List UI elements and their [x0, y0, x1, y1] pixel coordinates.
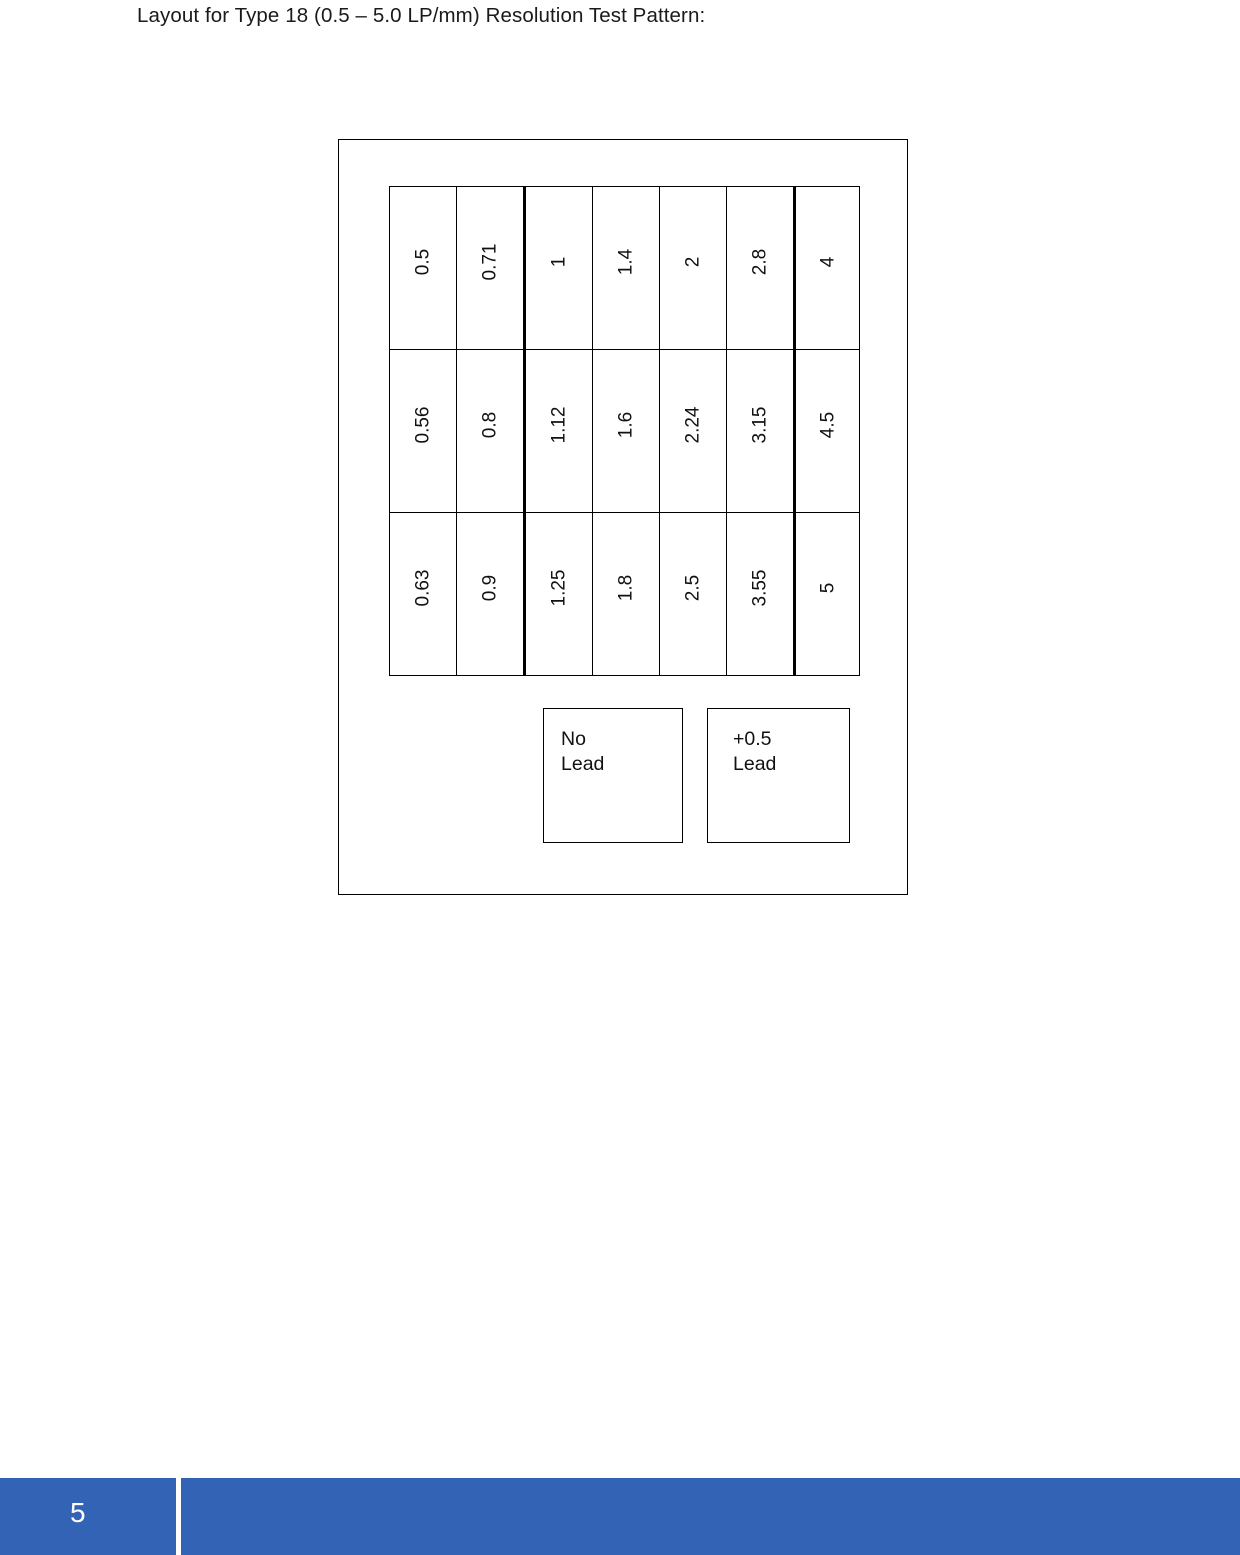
grid-cell-value: 5: [817, 582, 838, 593]
grid-cell: 3.15: [726, 349, 796, 513]
table-row: 0.56 0.8 1.12 1.6 2.24 3.15 4.5: [389, 349, 860, 513]
grid-cell-value: 0.8: [479, 411, 501, 438]
grid-cell: 0.8: [456, 349, 525, 513]
grid-cell: 1.8: [592, 512, 660, 676]
grid-cell: 0.71: [456, 186, 525, 350]
grid-cell-value: 1.6: [615, 411, 637, 438]
page-number: 5: [70, 1497, 86, 1528]
grid-cell: 1.6: [592, 349, 660, 513]
legend-box-plus-lead: +0.5 Lead: [707, 708, 850, 843]
page-title: Layout for Type 18 (0.5 – 5.0 LP/mm) Res…: [137, 4, 706, 27]
grid-cell-value: 3.15: [749, 406, 771, 444]
resolution-pattern-grid: 0.5 0.71 1 1.4 2 2.8 4 0.56 0.8 1.12 1.6…: [389, 186, 860, 676]
grid-cell: 0.63: [389, 512, 457, 676]
grid-cell: 2.24: [659, 349, 727, 513]
grid-cell-value: 4: [817, 256, 838, 267]
grid-cell-value: 2.5: [682, 574, 704, 601]
table-row: 0.5 0.71 1 1.4 2 2.8 4: [389, 186, 860, 350]
legend-label-no-lead: No Lead: [561, 728, 605, 775]
grid-cell: 5: [794, 512, 860, 676]
footer-bar-left: 5: [0, 1478, 176, 1555]
grid-cell-value: 1.12: [548, 406, 570, 444]
grid-cell-value: 2.24: [682, 406, 704, 444]
figure-outer-frame: 0.5 0.71 1 1.4 2 2.8 4 0.56 0.8 1.12 1.6…: [338, 139, 908, 895]
grid-cell: 0.9: [456, 512, 525, 676]
grid-cell: 4: [794, 186, 860, 350]
grid-cell: 0.5: [389, 186, 457, 350]
grid-cell: 2.5: [659, 512, 727, 676]
grid-cell-value: 4.5: [817, 411, 838, 438]
grid-cell-value: 0.56: [412, 406, 434, 444]
grid-cell: 4.5: [794, 349, 860, 513]
grid-cell: 2.8: [726, 186, 796, 350]
grid-cell-value: 2: [682, 256, 704, 267]
table-row: 0.63 0.9 1.25 1.8 2.5 3.55 5: [389, 512, 860, 676]
legend-box-no-lead: No Lead: [543, 708, 683, 843]
grid-cell-value: 1.25: [548, 569, 570, 607]
grid-cell-value: 2.8: [749, 248, 771, 275]
grid-cell: 0.56: [389, 349, 457, 513]
grid-cell-value: 0.63: [412, 569, 434, 607]
grid-cell-value: 0.9: [479, 574, 501, 601]
grid-cell-value: 3.55: [749, 569, 771, 607]
grid-cell-value: 1: [548, 256, 570, 267]
grid-cell: 1: [523, 186, 593, 350]
footer-bar-right: [181, 1478, 1240, 1555]
grid-cell-value: 0.5: [412, 248, 434, 275]
grid-cell: 1.25: [523, 512, 593, 676]
grid-cell-value: 0.71: [479, 243, 501, 281]
grid-cell: 1.12: [523, 349, 593, 513]
grid-cell-value: 1.4: [615, 248, 637, 275]
grid-cell: 2: [659, 186, 727, 350]
page-footer: 5: [0, 1478, 1240, 1555]
grid-cell-value: 1.8: [615, 574, 637, 601]
grid-cell: 1.4: [592, 186, 660, 350]
grid-cell: 3.55: [726, 512, 796, 676]
legend-label-plus-lead: +0.5 Lead: [733, 728, 777, 775]
